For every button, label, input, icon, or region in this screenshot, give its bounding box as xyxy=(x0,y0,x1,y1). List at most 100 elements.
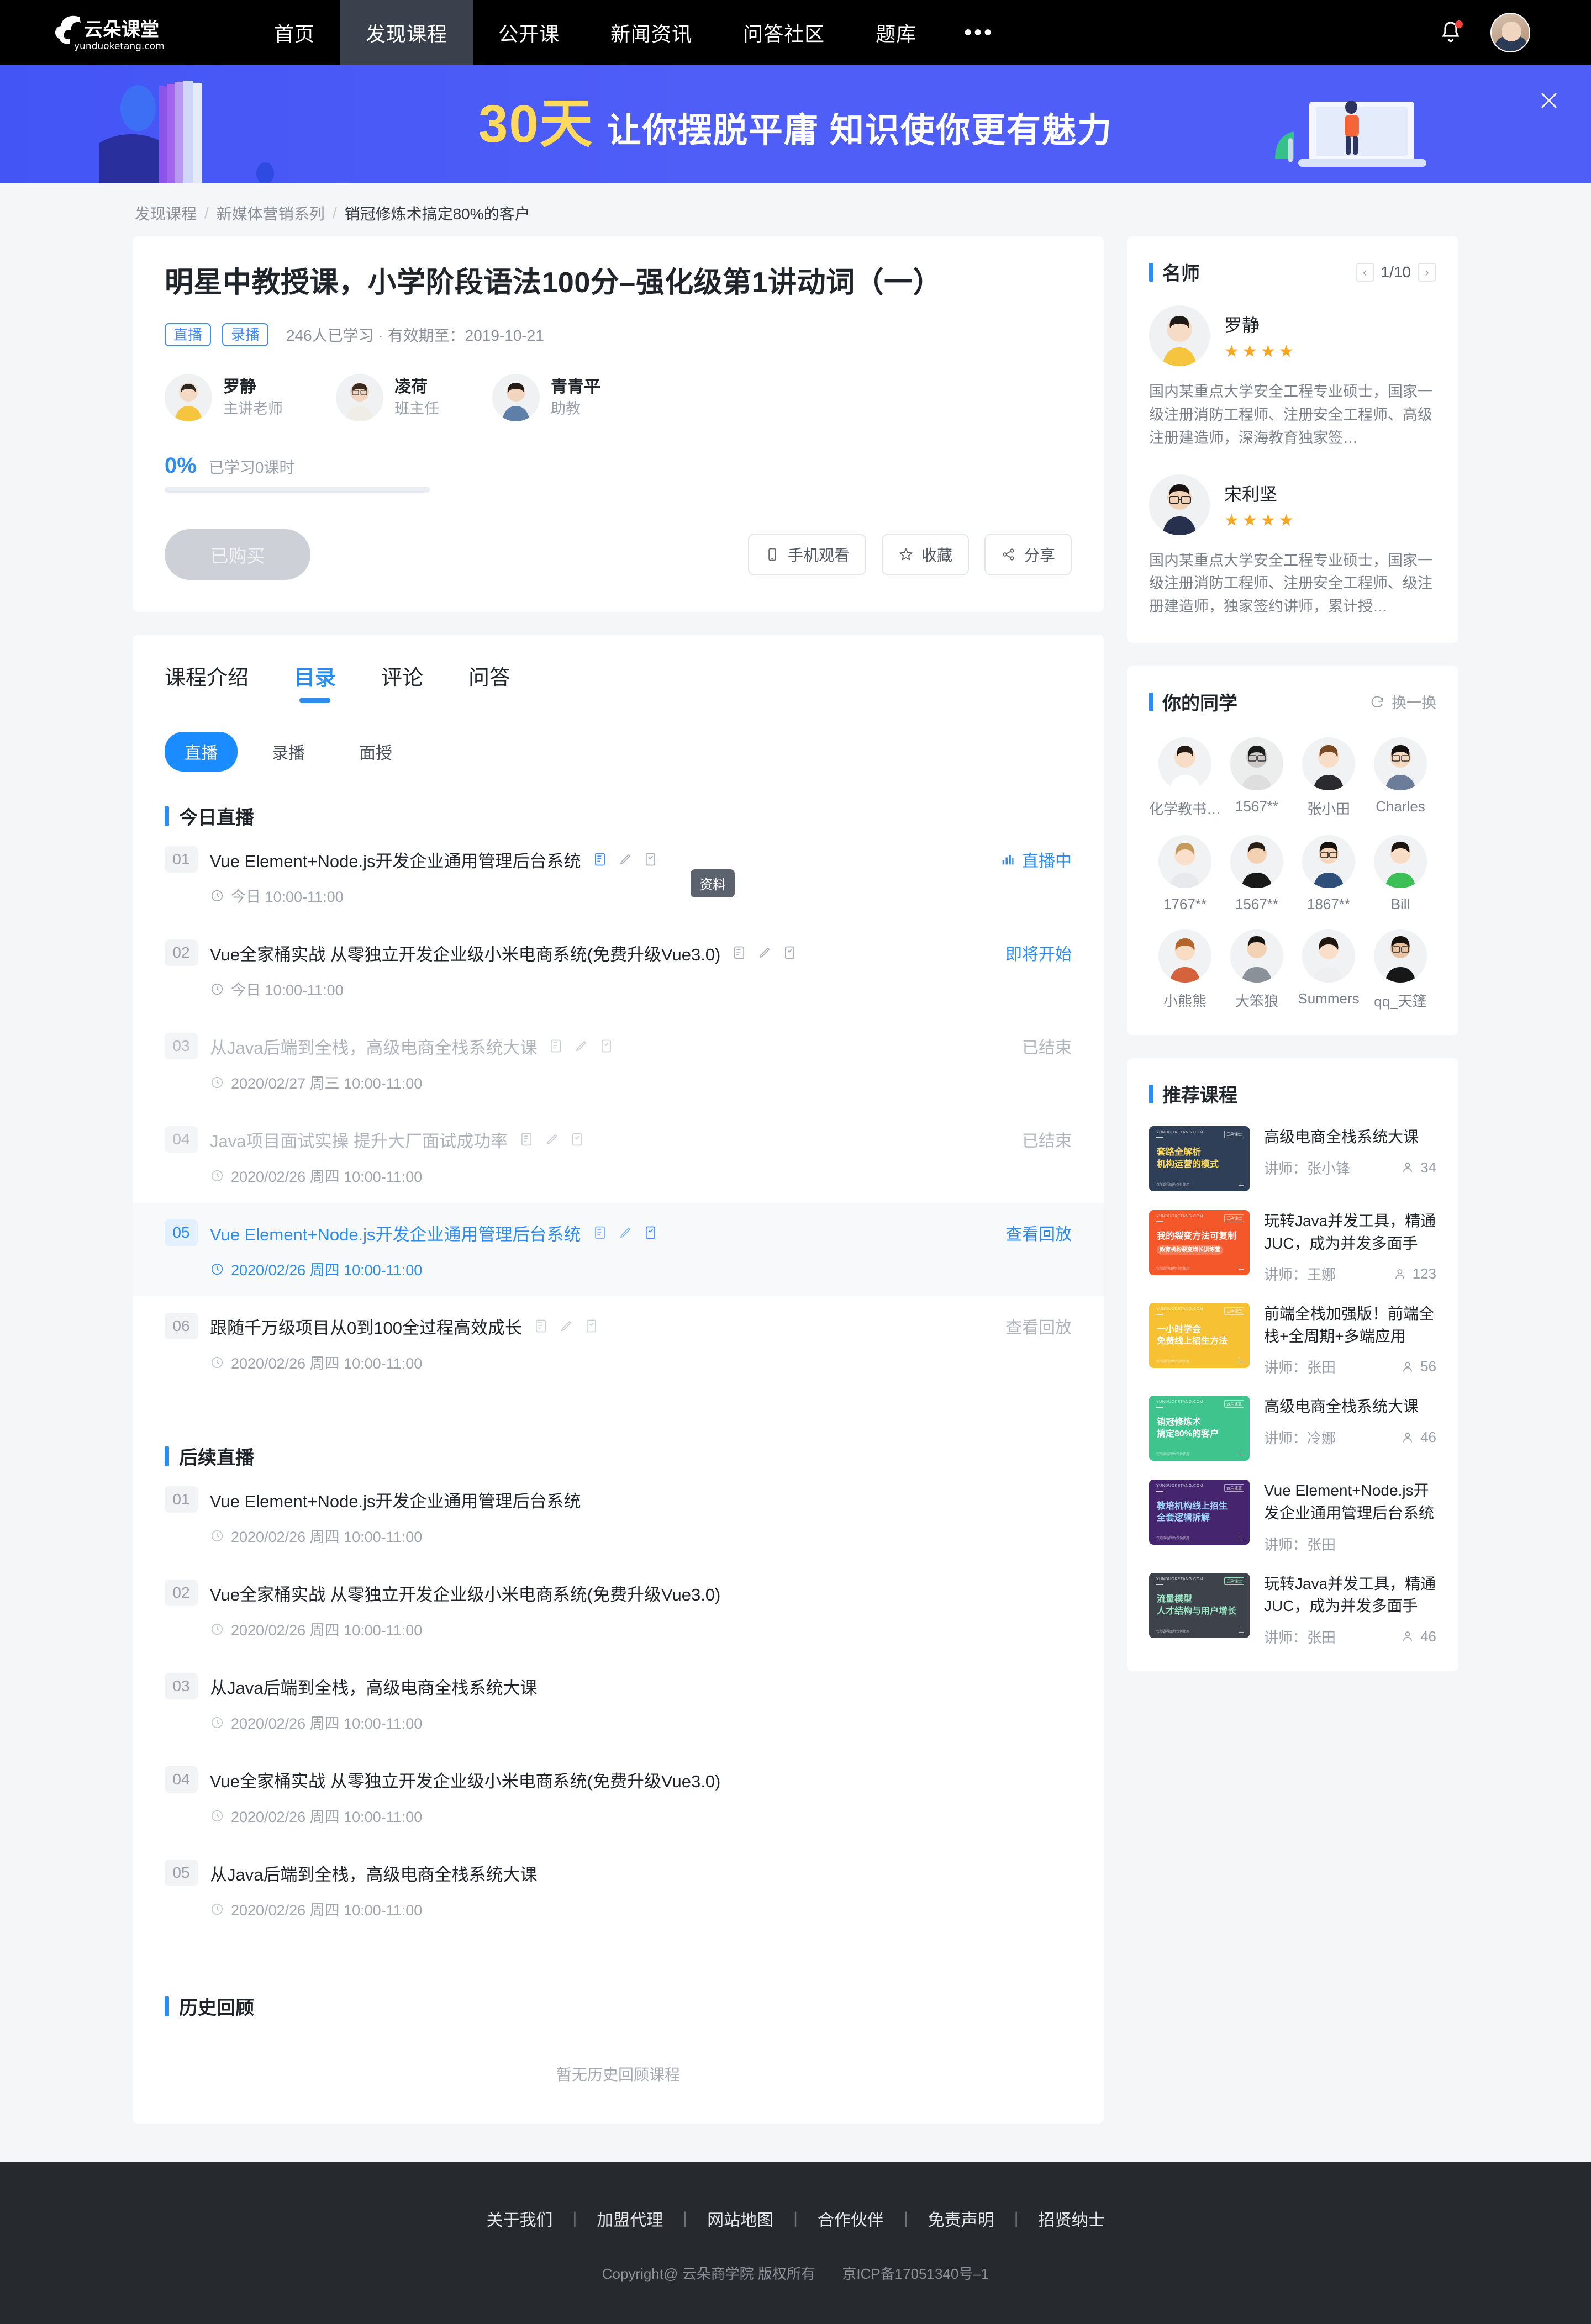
exam-icon[interactable] xyxy=(599,1038,614,1054)
classmate-item[interactable]: 张小田 xyxy=(1293,737,1365,818)
classmate-item[interactable]: 1867** xyxy=(1293,835,1365,913)
teacher-item[interactable]: 青青平 助教 xyxy=(492,374,600,421)
chevron-right-icon[interactable]: › xyxy=(1418,262,1436,282)
classmate-item[interactable]: Charles xyxy=(1365,737,1436,818)
homework-icon[interactable] xyxy=(618,1225,633,1240)
thumb-line2: 全套逻辑拆解 xyxy=(1157,1513,1210,1523)
share-button[interactable]: 分享 xyxy=(984,534,1072,575)
recommended-course-item[interactable]: YUNDUOKETANG.COM 云朵课堂 套路全解析 机构运营的模式 仅限课程… xyxy=(1149,1126,1436,1192)
refresh-classmates-button[interactable]: 换一换 xyxy=(1369,691,1436,712)
exam-icon[interactable] xyxy=(643,852,658,867)
material-icon[interactable] xyxy=(592,852,608,867)
breadcrumb-item-1[interactable]: 新媒体营销系列 xyxy=(217,202,325,224)
classmate-item[interactable]: 大笨狼 xyxy=(1221,929,1293,1011)
footer-link-partners[interactable]: 合作伙伴 xyxy=(798,2206,904,2231)
footer-link-about[interactable]: 关于我们 xyxy=(467,2206,573,2231)
lesson-icons xyxy=(519,1132,585,1147)
favorite-button[interactable]: 收藏 xyxy=(881,534,969,575)
exam-icon[interactable] xyxy=(782,945,798,960)
bell-icon[interactable] xyxy=(1437,19,1464,46)
homework-icon[interactable] xyxy=(559,1318,574,1334)
tab-intro[interactable]: 课程介绍 xyxy=(165,661,249,703)
exam-icon[interactable] xyxy=(570,1132,585,1147)
classmate-item[interactable]: Summers xyxy=(1293,929,1365,1011)
classmate-item[interactable]: 1767** xyxy=(1149,835,1221,913)
teacher-item[interactable]: 罗静 主讲老师 xyxy=(165,374,283,421)
nav-item-question-bank[interactable]: 题库 xyxy=(850,0,942,65)
lesson-row[interactable]: 06 跟随千万级项目从0到100全过程高效成长 查看回放 2020/02/26 … xyxy=(133,1296,1104,1390)
homework-icon[interactable] xyxy=(573,1038,589,1054)
close-icon[interactable] xyxy=(1535,86,1563,115)
tab-qa[interactable]: 问答 xyxy=(468,661,510,703)
avatar[interactable] xyxy=(1490,13,1530,52)
exam-icon[interactable] xyxy=(643,1225,658,1240)
footer-link-sitemap[interactable]: 网站地图 xyxy=(687,2206,793,2231)
nav-item-news[interactable]: 新闻资讯 xyxy=(585,0,718,65)
nav-item-discover-courses[interactable]: 发现课程 xyxy=(340,0,473,65)
footer-link-agent[interactable]: 加盟代理 xyxy=(577,2206,683,2231)
classmate-item[interactable]: 化学教书… xyxy=(1149,737,1221,818)
top-navigation-bar: 云朵课堂 yunduoketang.com 首页 发现课程 公开课 新闻资讯 问… xyxy=(0,0,1591,65)
mobile-watch-button[interactable]: 手机观看 xyxy=(747,534,866,575)
material-icon[interactable] xyxy=(519,1132,534,1147)
material-icon[interactable] xyxy=(731,945,747,960)
lesson-status[interactable]: 查看回放 xyxy=(1005,1314,1072,1338)
nav-item-home[interactable]: 首页 xyxy=(249,0,340,65)
lesson-row[interactable]: 02 Vue全家桶实战 从零独立开发企业级小米电商系统(免费升级Vue3.0) … xyxy=(133,923,1104,1016)
classmate-item[interactable]: Bill xyxy=(1365,835,1436,913)
classmate-item[interactable]: qq_天篷 xyxy=(1365,929,1436,1011)
lesson-status[interactable]: 查看回放 xyxy=(1005,1221,1072,1245)
material-icon[interactable] xyxy=(592,1225,608,1240)
material-icon[interactable] xyxy=(548,1038,563,1054)
recommended-course-item[interactable]: YUNDUOKETANG.COM 云朵课堂 销冠修炼术 搞定80%的客户 仅限课… xyxy=(1149,1396,1436,1461)
nav-item-public-class[interactable]: 公开课 xyxy=(473,0,585,65)
famous-teacher-item[interactable]: 宋利坚 ★ ★ ★ ★ 国内某重点大学安全工程专业硕士，国家一级注册消防工程师、注册安… xyxy=(1149,474,1436,619)
lesson-row[interactable]: 04 Java项目面试实操 提升大厂面试成功率 已结束 2020/02/26 周… xyxy=(133,1110,1104,1203)
promo-banner[interactable]: 30天 让你摆脱平庸 知识使你更有魅力 xyxy=(0,65,1591,183)
classmate-item[interactable]: 小熊熊 xyxy=(1149,929,1221,1011)
recommended-course-item[interactable]: YUNDUOKETANG.COM 云朵课堂 我的裂变方法可复制 教育机构裂变增长… xyxy=(1149,1210,1436,1284)
material-icon[interactable] xyxy=(533,1318,549,1334)
homework-icon[interactable] xyxy=(618,852,633,867)
thumb-line1: 套路全解析 xyxy=(1157,1148,1202,1158)
lesson-row[interactable]: 02 Vue全家桶实战 从零独立开发企业级小米电商系统(免费升级Vue3.0) … xyxy=(133,1563,1104,1656)
recommended-course-item[interactable]: YUNDUOKETANG.COM 云朵课堂 教培机构线上招生 全套逻辑拆解 仅限… xyxy=(1149,1480,1436,1554)
chevron-left-icon[interactable]: ‹ xyxy=(1355,262,1374,282)
classmate-name: 1567** xyxy=(1235,896,1279,913)
exam-icon[interactable] xyxy=(584,1318,599,1334)
lesson-row[interactable]: 01 Vue Element+Node.js开发企业通用管理后台系统 2020/… xyxy=(133,1470,1104,1563)
secondary-actions: 手机观看 收藏 分享 xyxy=(747,534,1072,575)
classmate-item[interactable]: 1567** xyxy=(1221,737,1293,818)
subtab-offline[interactable]: 面授 xyxy=(339,732,412,772)
lesson-row[interactable]: 01 Vue Element+Node.js开发企业通用管理后台系统 直播中 今… xyxy=(133,830,1104,923)
tab-comments[interactable]: 评论 xyxy=(381,661,423,703)
lesson-row[interactable]: 05 从Java后端到全栈，高级电商全栈系统大课 2020/02/26 周四 1… xyxy=(133,1843,1104,1936)
site-logo[interactable]: 云朵课堂 yunduoketang.com xyxy=(50,12,215,54)
footer-link-disclaimer[interactable]: 免责声明 xyxy=(908,2206,1014,2231)
famous-teacher-item[interactable]: 罗静 ★ ★ ★ ★ 国内某重点大学安全工程专业硕士，国家一级注册消防工程师、注册安全… xyxy=(1149,305,1436,450)
recommended-course-item[interactable]: YUNDUOKETANG.COM 云朵课堂 流量模型 人才结构与用户增长 仅限课… xyxy=(1149,1572,1436,1647)
lesson-row[interactable]: 03 从Java后端到全栈，高级电商全栈系统大课 2020/02/26 周四 1… xyxy=(133,1656,1104,1750)
tab-catalog[interactable]: 目录 xyxy=(294,661,336,703)
famous-teacher-desc: 国内某重点大学安全工程专业硕士，国家一级注册消防工程师、注册安全工程师、高级注册… xyxy=(1149,383,1432,446)
lesson-status[interactable]: 直播中 xyxy=(1000,847,1072,872)
purchased-button[interactable]: 已购买 xyxy=(165,529,310,580)
teacher-item[interactable]: 凌荷 班主任 xyxy=(336,374,439,421)
nav-item-more[interactable]: ••• xyxy=(942,0,1016,65)
recommended-course-item[interactable]: YUNDUOKETANG.COM 云朵课堂 一小时学会 免费线上招生方法 仅限课… xyxy=(1149,1303,1436,1377)
lesson-row[interactable]: 03 从Java后端到全栈，高级电商全栈系统大课 已结束 2020/02/27 … xyxy=(133,1016,1104,1110)
homework-icon[interactable] xyxy=(757,945,772,960)
nav-item-qa-community[interactable]: 问答社区 xyxy=(718,0,850,65)
classmate-item[interactable]: 1567** xyxy=(1221,835,1293,913)
person-icon xyxy=(1395,1269,1404,1279)
lesson-row[interactable]: 05 Vue Element+Node.js开发企业通用管理后台系统 查看回放 xyxy=(133,1203,1104,1296)
subtab-recorded[interactable]: 录播 xyxy=(252,732,325,772)
subtab-live[interactable]: 直播 xyxy=(165,732,238,772)
progress-label: 已学习0课时 xyxy=(208,459,295,476)
breadcrumb-item-0[interactable]: 发现课程 xyxy=(135,202,197,224)
logo-icon: 云朵课堂 yunduoketang.com xyxy=(55,15,165,52)
lesson-row[interactable]: 04 Vue全家桶实战 从零独立开发企业级小米电商系统(免费升级Vue3.0) … xyxy=(133,1750,1104,1843)
homework-icon[interactable] xyxy=(544,1132,560,1147)
lesson-status[interactable]: 即将开始 xyxy=(1005,941,1072,965)
footer-link-jobs[interactable]: 招贤纳士 xyxy=(1018,2206,1124,2231)
